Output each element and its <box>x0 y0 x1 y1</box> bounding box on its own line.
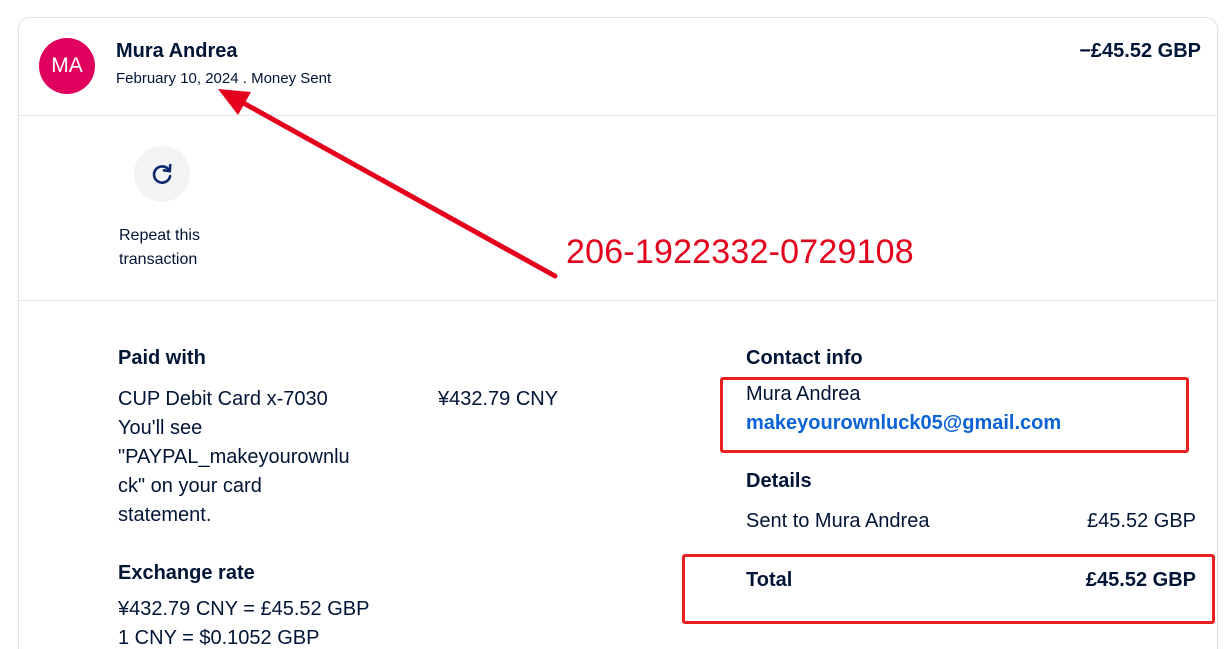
statement-note-line: ck" on your card <box>118 475 262 497</box>
avatar: MA <box>39 38 95 94</box>
statement-note-line: statement. <box>118 504 212 526</box>
exchange-rate-title: Exchange rate <box>118 562 255 584</box>
sent-to-label: Sent to Mura Andrea <box>746 510 930 532</box>
paid-with-title: Paid with <box>118 347 206 369</box>
repeat-transaction-label[interactable]: Repeat this transaction <box>119 224 239 272</box>
contact-highlight-box <box>720 377 1189 453</box>
total-highlight-box <box>682 554 1215 624</box>
repeat-transaction-button[interactable] <box>134 146 190 202</box>
actions-section: Repeat this transaction <box>19 117 1217 301</box>
repeat-label-line: transaction <box>119 251 198 268</box>
refresh-icon <box>152 163 172 184</box>
statement-note-line: You'll see <box>118 417 203 439</box>
exchange-rate-conversion: ¥432.79 CNY = £45.52 GBP <box>118 598 370 620</box>
transaction-header: MA Mura Andrea February 10, 2024 . Money… <box>19 18 1217 116</box>
statement-note-line: "PAYPAL_makeyourownlu <box>118 446 350 468</box>
payment-card: CUP Debit Card x-7030 <box>118 388 328 410</box>
exchange-rate-unit: 1 CNY = $0.1052 GBP <box>118 627 320 649</box>
transaction-date-type: February 10, 2024 . Money Sent <box>116 70 332 87</box>
contact-info-title: Contact info <box>746 347 863 369</box>
statement-note: You'll see "PAYPAL_makeyourownlu ck" on … <box>118 414 350 530</box>
counterparty-name: Mura Andrea <box>116 40 238 62</box>
payment-amount: ¥432.79 CNY <box>438 388 559 410</box>
details-title: Details <box>746 470 812 492</box>
sent-to-amount: £45.52 GBP <box>1087 510 1196 532</box>
annotation-transaction-id: 206-1922332-0729108 <box>566 233 914 271</box>
repeat-label-line: Repeat this <box>119 227 200 244</box>
transaction-amount: −£45.52 GBP <box>1079 40 1201 62</box>
